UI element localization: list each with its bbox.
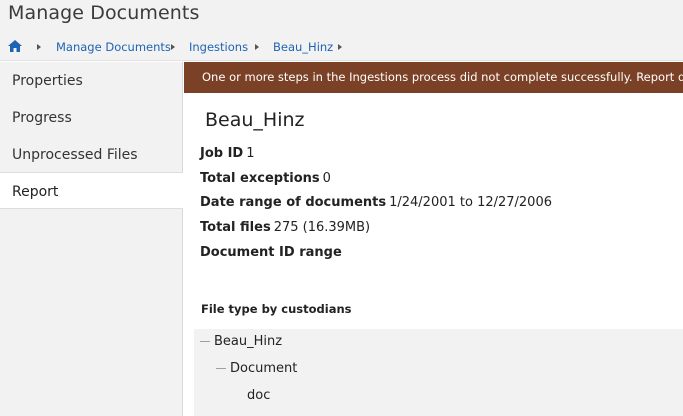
- sidebar-item-progress[interactable]: Progress: [0, 99, 182, 136]
- field-job-id: Job ID 1: [200, 146, 255, 161]
- sidebar: Properties Progress Unprocessed Files Re…: [0, 62, 183, 416]
- field-date-range: Date range of documents 1/24/2001 to 12/2…: [200, 195, 552, 210]
- breadcrumb-ingestions[interactable]: Ingestions: [189, 40, 248, 54]
- field-document-id-range: Document ID range: [200, 245, 345, 260]
- field-label: Date range of documents: [200, 195, 387, 210]
- field-total-exceptions: Total exceptions 0: [200, 171, 331, 186]
- field-label: Total exceptions: [200, 171, 320, 186]
- breadcrumb-job[interactable]: Beau_Hinz: [273, 40, 333, 54]
- breadcrumb-manage-documents[interactable]: Manage Documents: [56, 40, 171, 54]
- report-panel: Beau_Hinz Job ID 1 Total exceptions 0 Date…: [184, 93, 683, 416]
- field-value: 275 (16.39MB): [273, 220, 371, 235]
- error-banner[interactable]: One or more steps in the Ingestions proc…: [184, 62, 683, 93]
- field-value: 1/24/2001 to 12/27/2006: [389, 195, 552, 210]
- field-label: Total files: [200, 220, 271, 235]
- title-bar: Manage Documents: [0, 0, 683, 31]
- tree-node-custodian[interactable]: Beau_Hinz: [214, 334, 282, 349]
- field-value: 0: [322, 171, 331, 186]
- field-value: 1: [246, 146, 255, 161]
- sidebar-item-report[interactable]: Report: [0, 172, 183, 209]
- sidebar-item-unprocessed-files[interactable]: Unprocessed Files: [0, 136, 182, 173]
- chevron-right-icon[interactable]: [338, 44, 342, 50]
- section-title: File type by custodians: [201, 302, 352, 316]
- home-icon[interactable]: [8, 40, 22, 52]
- chevron-right-icon: [37, 44, 41, 50]
- tree-node-category[interactable]: Document: [230, 361, 297, 376]
- tree-connector: [200, 341, 210, 342]
- page-title: Manage Documents: [8, 2, 200, 24]
- chevron-right-icon: [171, 44, 175, 50]
- field-total-files: Total files 275 (16.39MB): [200, 220, 370, 235]
- chevron-right-icon: [255, 44, 259, 50]
- job-title: Beau_Hinz: [205, 109, 305, 131]
- field-label: Job ID: [200, 146, 244, 161]
- field-label: Document ID range: [200, 245, 342, 260]
- tree-node-file-type[interactable]: doc: [247, 388, 270, 403]
- sidebar-item-properties[interactable]: Properties: [0, 62, 182, 99]
- tree-connector: [216, 368, 226, 369]
- custodian-tree: Beau_Hinz Document doc: [194, 329, 683, 416]
- breadcrumb: Manage Documents Ingestions Beau_Hinz: [0, 31, 683, 61]
